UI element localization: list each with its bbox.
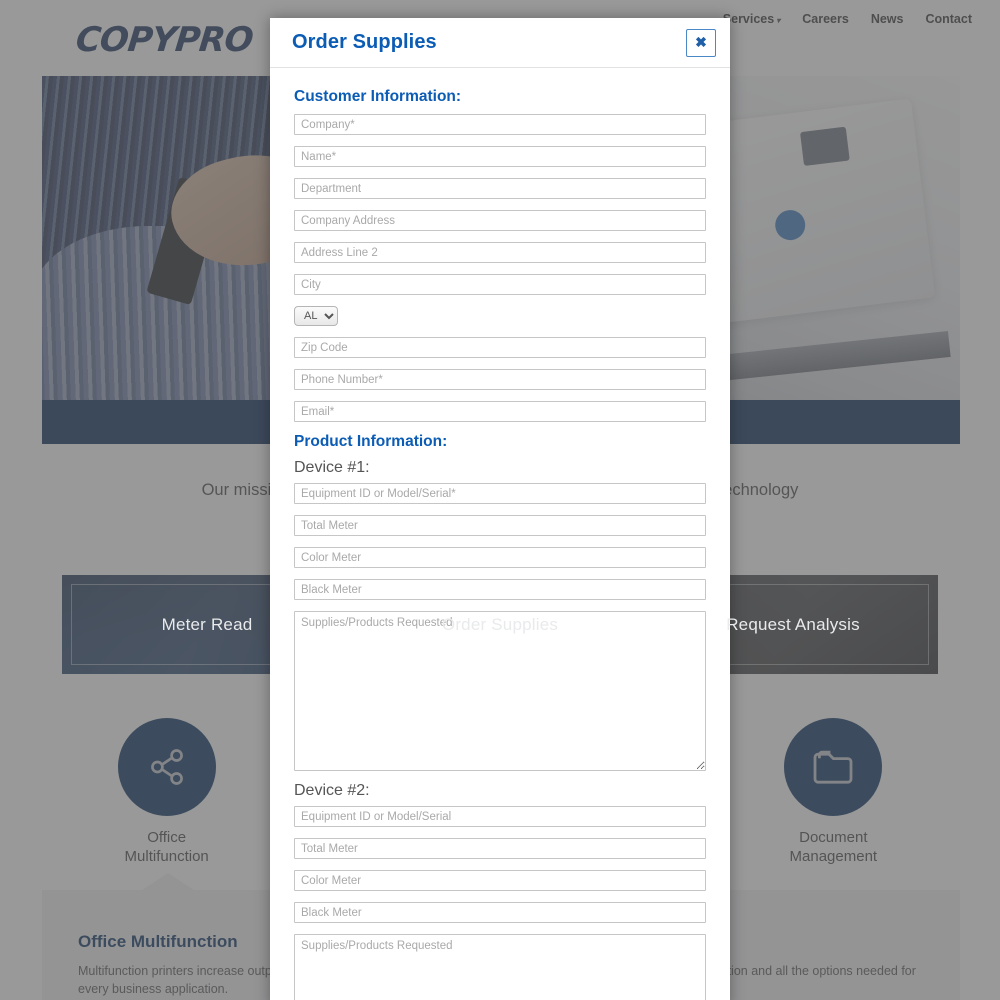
product-information-heading: Product Information: bbox=[294, 433, 448, 450]
device-1-total-meter-input[interactable] bbox=[294, 515, 706, 536]
device-1-heading: Device #1: bbox=[294, 459, 370, 476]
page-root: COPYPRO Services▾ Careers News Contact bbox=[0, 0, 1000, 1000]
device-1-black-meter-input[interactable] bbox=[294, 579, 706, 600]
close-icon[interactable]: ✖ bbox=[686, 28, 716, 57]
phone-number-input[interactable] bbox=[294, 369, 706, 390]
email-input[interactable] bbox=[294, 401, 706, 422]
device-2-total-meter-input[interactable] bbox=[294, 838, 706, 859]
city-input[interactable] bbox=[294, 274, 706, 295]
card-label: Meter Read bbox=[161, 614, 253, 634]
device-1-color-meter-input[interactable] bbox=[294, 547, 706, 568]
customer-information-heading: Customer Information: bbox=[294, 88, 462, 105]
device-1-supplies-requested-textarea[interactable] bbox=[294, 611, 706, 771]
device-2-equipment-id-input[interactable] bbox=[294, 806, 706, 827]
device-1-equipment-id-input[interactable] bbox=[294, 483, 706, 504]
company-address-input[interactable] bbox=[294, 210, 706, 231]
device-2-supplies-requested-textarea[interactable] bbox=[294, 934, 706, 1000]
card-label: Request Analysis bbox=[726, 614, 860, 634]
device-2-heading: Device #2: bbox=[294, 782, 370, 799]
zip-code-input[interactable] bbox=[294, 337, 706, 358]
modal-body[interactable]: Customer Information: AL Product Informa… bbox=[270, 68, 730, 1000]
order-supplies-modal: Order Supplies ✖ Customer Information: A… bbox=[270, 18, 730, 1000]
state-select[interactable]: AL bbox=[294, 306, 338, 326]
company-input[interactable] bbox=[294, 114, 706, 135]
device-2-color-meter-input[interactable] bbox=[294, 870, 706, 891]
modal-title: Order Supplies bbox=[292, 31, 437, 53]
card-label: Order Supplies bbox=[441, 614, 559, 634]
name-input[interactable] bbox=[294, 146, 706, 167]
department-input[interactable] bbox=[294, 178, 706, 199]
address-line-2-input[interactable] bbox=[294, 242, 706, 263]
modal-header: Order Supplies ✖ bbox=[270, 18, 730, 68]
device-2-black-meter-input[interactable] bbox=[294, 902, 706, 923]
